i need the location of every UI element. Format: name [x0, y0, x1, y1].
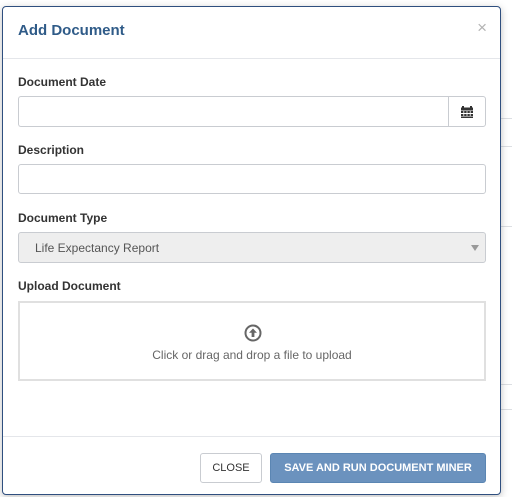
- document-type-select[interactable]: Life Expectancy Report: [18, 232, 486, 263]
- dropzone-hint: Click or drag and drop a file to upload: [152, 348, 352, 362]
- modal-title: Add Document: [18, 22, 125, 39]
- add-document-modal: Add Document × Document Date Description: [2, 6, 501, 495]
- document-date-group: [18, 96, 486, 127]
- close-icon[interactable]: ×: [477, 19, 487, 36]
- document-date-label: Document Date: [18, 75, 107, 89]
- modal-header: Add Document ×: [3, 7, 500, 59]
- document-type-selected-value: Life Expectancy Report: [35, 241, 160, 255]
- file-dropzone[interactable]: Click or drag and drop a file to upload: [18, 301, 486, 381]
- description-input[interactable]: [18, 164, 486, 194]
- calendar-icon: [461, 106, 473, 118]
- save-and-run-button[interactable]: SAVE AND RUN DOCUMENT MINER: [270, 453, 486, 483]
- chevron-down-icon: [471, 245, 479, 251]
- calendar-button[interactable]: [448, 96, 486, 127]
- modal-footer: CLOSE SAVE AND RUN DOCUMENT MINER: [3, 436, 500, 494]
- upload-arrow-icon: [244, 324, 262, 342]
- close-button[interactable]: CLOSE: [200, 453, 262, 483]
- upload-document-label: Upload Document: [18, 279, 121, 293]
- document-date-input[interactable]: [18, 96, 449, 127]
- description-label: Description: [18, 143, 85, 157]
- document-type-label: Document Type: [18, 211, 108, 225]
